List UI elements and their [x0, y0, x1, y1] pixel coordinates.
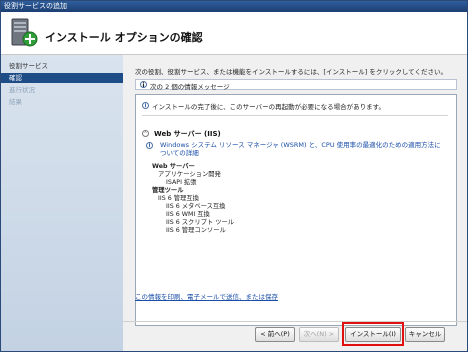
window-title-bar[interactable]: 役割サービスの追加 [1, 1, 467, 12]
page-title: インストール オプションの確認 [45, 31, 203, 44]
info-icon: i [140, 81, 147, 89]
divider [142, 115, 448, 116]
next-button[interactable]: 次へ(N) > [299, 327, 339, 342]
info-icon: i [142, 102, 149, 109]
print-email-save-link[interactable]: この情報を印刷、電子メールで送信、または保存 [135, 291, 278, 301]
cancel-button[interactable]: キャンセル [405, 327, 445, 342]
install-highlight-box [342, 322, 404, 346]
footer-divider [123, 321, 467, 322]
window-title: 役割サービスの追加 [4, 2, 67, 10]
tree-item: IIS 6 管理コンソール [166, 227, 226, 234]
prev-button[interactable]: < 前へ(P) [255, 327, 295, 342]
sidebar-item-confirmation[interactable]: 確認 [1, 73, 123, 83]
sidebar-item-progress: 進行状況 [9, 86, 35, 94]
wsrm-info-link[interactable]: Windows システム リソース マネージャ (WSRM) と、CPU 使用率… [160, 141, 446, 157]
sidebar-item-results: 結果 [9, 98, 22, 106]
info-message-bar[interactable]: i 次の 2 個の情報メッセージ [135, 79, 457, 91]
server-add-icon [11, 18, 38, 47]
info-icon: i [146, 142, 153, 149]
sidebar-item-role-services[interactable]: 役割サービス [1, 61, 123, 71]
dialog-window: 役割サービスの追加 インストール オプションの確認 役割サービス 確認 進行状況… [0, 0, 468, 352]
header-banner: インストール オプションの確認 [1, 12, 467, 55]
intro-text: 次の役割、役割サービス、または機能をインストールするには、[インストール] をク… [135, 68, 447, 76]
message-bar-text: 次の 2 個の情報メッセージ [150, 83, 230, 91]
main-content: 次の役割、役割サービス、または機能をインストールするには、[インストール] をク… [123, 55, 467, 326]
collapse-icon[interactable]: ⌃ [142, 130, 149, 137]
sidebar: 役割サービス 確認 進行状況 結果 [1, 55, 123, 351]
restart-notice: インストールの完了後に、このサーバーの再起動が必要になる場合があります。 [152, 103, 385, 111]
section-title: Web サーバー (IIS) [154, 130, 221, 138]
